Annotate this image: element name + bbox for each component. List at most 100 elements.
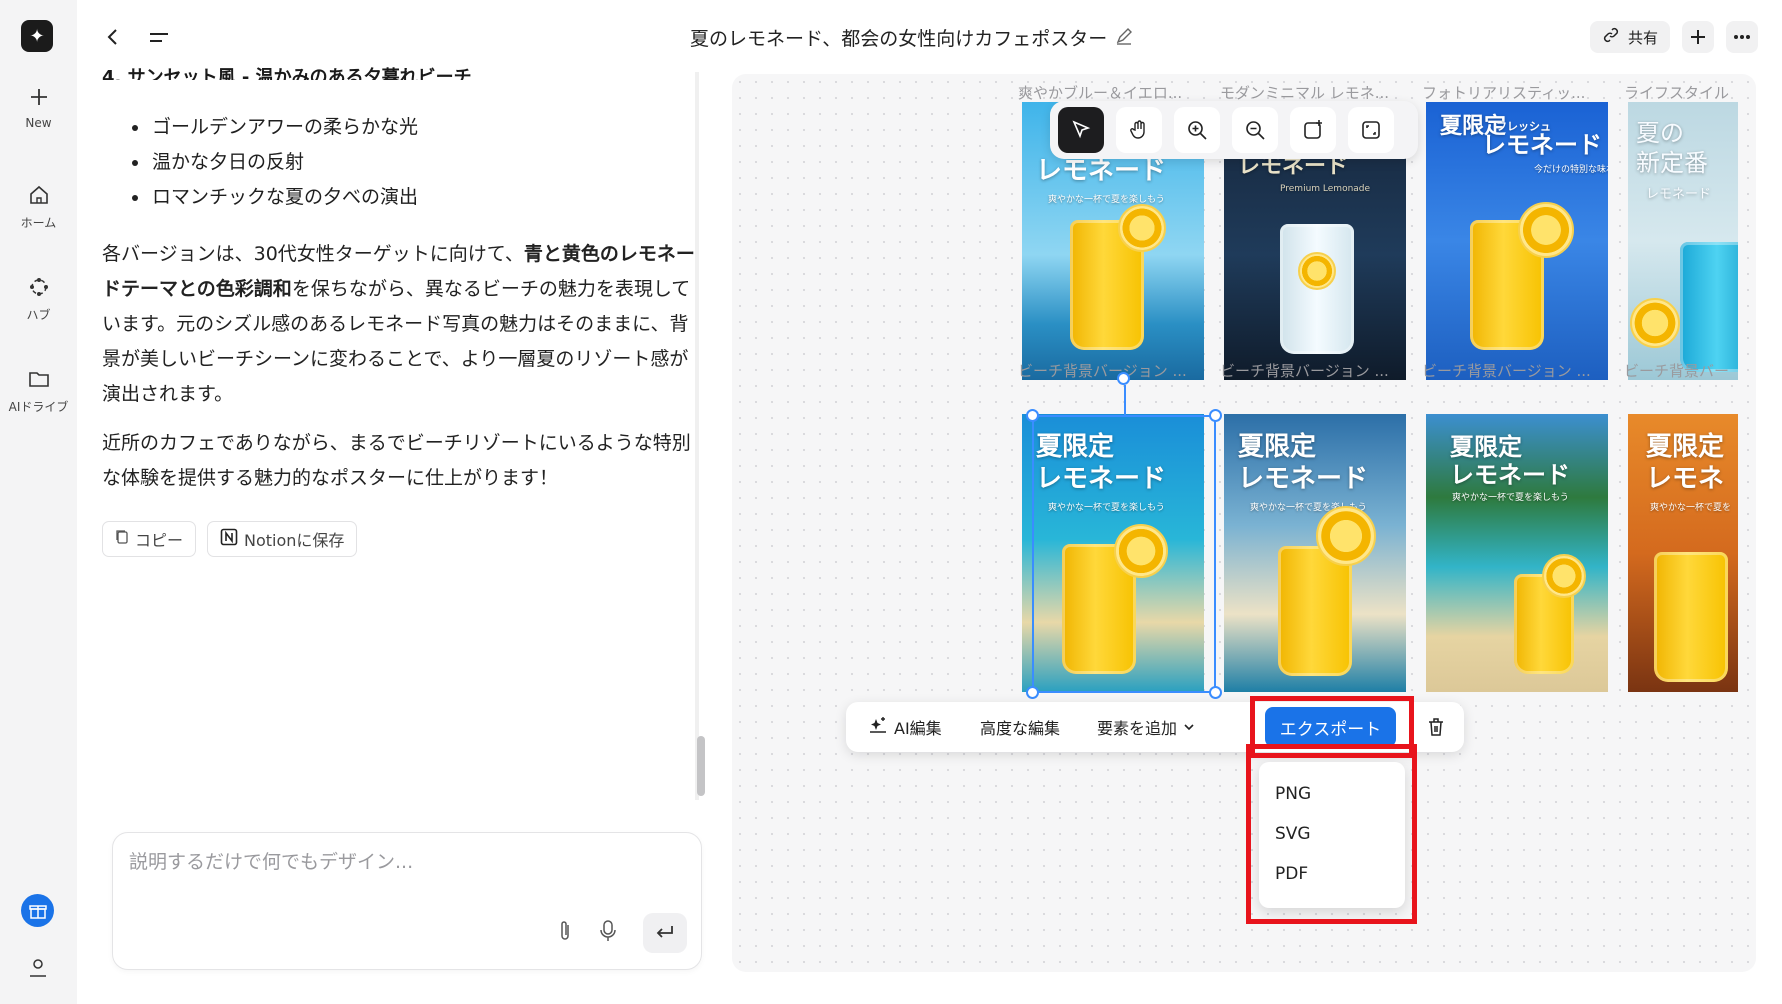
lemon-slice-image xyxy=(1118,204,1166,252)
chat-scroll-track xyxy=(695,72,699,800)
add-element-dropdown[interactable]: 要素を追加 xyxy=(1097,715,1195,739)
user-icon[interactable] xyxy=(25,954,51,980)
pan-tool-button[interactable] xyxy=(1116,107,1162,153)
resize-handle[interactable] xyxy=(1209,409,1222,422)
title-area: 夏のレモネード、都会の女性向けカフェポスター xyxy=(690,24,1133,51)
share-button[interactable]: 共有 xyxy=(1590,21,1671,53)
poster-title: 夏の xyxy=(1636,119,1684,147)
zoom-out-icon xyxy=(1246,121,1265,140)
poster-caption: フォトリアリスティッ... xyxy=(1422,84,1586,102)
message-paragraph: 近所のカフェでありながら、まるでビーチリゾートにいるような特別な体験を提供する魅… xyxy=(102,432,691,489)
section-heading: 4. サンセット風 - 温かみのある夕暮れビーチ xyxy=(102,67,472,80)
list-item: 温かな夕日の反射 xyxy=(130,145,418,180)
edit-pencil-icon[interactable] xyxy=(1115,27,1133,49)
chat-scrollbar[interactable] xyxy=(697,736,705,796)
canvas-toolbar xyxy=(1050,101,1418,159)
copy-label: コピー xyxy=(135,531,184,550)
copy-icon xyxy=(115,529,129,549)
plus-icon xyxy=(26,84,52,110)
poster-title: レモネ xyxy=(1646,464,1725,494)
poster-thumbnail[interactable]: 夏限定 フレッシュ レモネード 今だけの特別な味わい xyxy=(1426,102,1608,380)
fit-screen-icon xyxy=(1362,121,1380,139)
poster-subtitle: 爽やかな一杯で夏を楽しもう xyxy=(1048,195,1165,205)
poster-subtitle: 爽やかな一杯で夏を楽しもう xyxy=(1452,493,1569,503)
poster-caption: ビーチ背景バージョン ... xyxy=(1422,362,1591,380)
rail-item-new[interactable]: New xyxy=(0,84,77,130)
resize-handle[interactable] xyxy=(1026,686,1039,699)
folder-icon xyxy=(26,366,52,392)
poster-subtitle: 爽やかな一杯で夏を楽しもう xyxy=(1048,503,1165,513)
sparkle-icon xyxy=(868,715,888,739)
poster-caption: ライフスタイル xyxy=(1624,84,1730,102)
enter-icon xyxy=(656,926,673,938)
lemon-slice-image xyxy=(1114,524,1168,578)
rail-item-label: New xyxy=(25,116,52,130)
poster-thumbnail[interactable]: 夏限定 レモネード 爽やかな一杯で夏を楽しもう xyxy=(1426,414,1608,692)
app-logo-icon[interactable]: ✦ xyxy=(21,20,53,52)
rail-item-hub[interactable]: ハブ xyxy=(0,274,77,323)
microphone-icon[interactable] xyxy=(599,919,621,945)
poster-subtitle: 今だけの特別な味わい xyxy=(1534,165,1608,175)
text-span: 各バージョンは、30代女性ターゲットに向けて、 xyxy=(102,243,524,265)
rotate-handle[interactable] xyxy=(1117,372,1130,385)
zoom-out-button[interactable] xyxy=(1232,107,1278,153)
zoom-in-button[interactable] xyxy=(1174,107,1220,153)
poster-thumbnail[interactable]: 夏の 新定番 レモネード xyxy=(1628,102,1738,380)
hand-icon xyxy=(1130,120,1145,139)
add-element-label: 要素を追加 xyxy=(1097,719,1178,738)
rail-item-label: ハブ xyxy=(26,308,51,322)
save-to-notion-button[interactable]: Notionに保存 xyxy=(207,521,358,557)
back-icon[interactable] xyxy=(102,26,124,48)
lemon-slice-image xyxy=(1518,202,1574,258)
gift-icon[interactable] xyxy=(21,894,54,927)
add-frame-icon xyxy=(1304,120,1322,139)
poster-thumbnail[interactable]: 夏限定 レモネ 爽やかな一杯で夏を xyxy=(1628,414,1738,692)
advanced-edit-button[interactable]: 高度な編集 xyxy=(980,715,1060,739)
plus-icon xyxy=(1691,30,1705,44)
poster-caption: ビーチ背景バー xyxy=(1624,362,1730,380)
fit-screen-button[interactable] xyxy=(1348,107,1394,153)
menu-icon[interactable] xyxy=(148,27,170,49)
home-icon xyxy=(26,182,52,208)
delete-icon[interactable] xyxy=(1424,714,1448,740)
lemon-slice-image xyxy=(1298,252,1336,290)
link-icon xyxy=(1602,26,1620,48)
lemonade-glass-image xyxy=(1654,552,1728,682)
send-button[interactable] xyxy=(643,913,687,953)
prompt-input[interactable] xyxy=(129,851,669,873)
poster-thumbnail[interactable]: 夏限定 レモネード 爽やかな一杯で夏を楽しもう xyxy=(1224,414,1406,692)
resize-handle[interactable] xyxy=(1209,686,1222,699)
hub-icon xyxy=(26,274,52,300)
lemon-slice-image xyxy=(1542,554,1586,598)
copy-button[interactable]: コピー xyxy=(102,521,197,557)
resize-handle[interactable] xyxy=(1026,409,1039,422)
left-rail: ✦ New ホーム ハブ AIドライブ xyxy=(0,0,77,1004)
select-tool-button[interactable] xyxy=(1058,107,1104,153)
zoom-in-icon xyxy=(1188,121,1207,140)
highlight-box-menu xyxy=(1246,744,1417,924)
poster-title: 夏限定 xyxy=(1646,432,1725,462)
poster-caption: 爽やかブルー＆イエロ... xyxy=(1018,84,1183,102)
ai-edit-label: AI編集 xyxy=(894,719,942,738)
chevron-down-icon xyxy=(1183,718,1195,737)
add-frame-button[interactable] xyxy=(1290,107,1336,153)
poster-title: レモネード xyxy=(1646,187,1712,202)
list-item: ロマンチックな夏の夕べの演出 xyxy=(130,180,418,215)
rail-item-home[interactable]: ホーム xyxy=(0,182,77,231)
design-canvas[interactable]: 爽やかブルー＆イエロ... モダンミニマル レモネ... フォトリアリスティッ.… xyxy=(732,74,1756,972)
lemon-slice-image xyxy=(1630,298,1680,348)
ai-edit-button[interactable]: AI編集 xyxy=(868,715,942,739)
more-options-icon[interactable] xyxy=(1726,21,1758,53)
poster-title: レモネード xyxy=(1036,156,1167,186)
rail-item-label: ホーム xyxy=(20,216,57,230)
share-label: 共有 xyxy=(1628,28,1659,47)
notion-label: Notionに保存 xyxy=(244,531,345,550)
poster-title: 夏限定 xyxy=(1036,432,1115,462)
attach-icon[interactable] xyxy=(556,919,578,945)
rail-item-ai-drive[interactable]: AIドライブ xyxy=(0,366,77,415)
poster-title: レモネード xyxy=(1482,131,1602,159)
page-title: 夏のレモネード、都会の女性向けカフェポスター xyxy=(690,28,1108,50)
add-button[interactable] xyxy=(1682,21,1714,53)
poster-title: 夏限定 xyxy=(1238,432,1317,462)
poster-thumbnail[interactable]: 夏限定 レモネード 爽やかな一杯で夏を楽しもう xyxy=(1022,414,1204,692)
